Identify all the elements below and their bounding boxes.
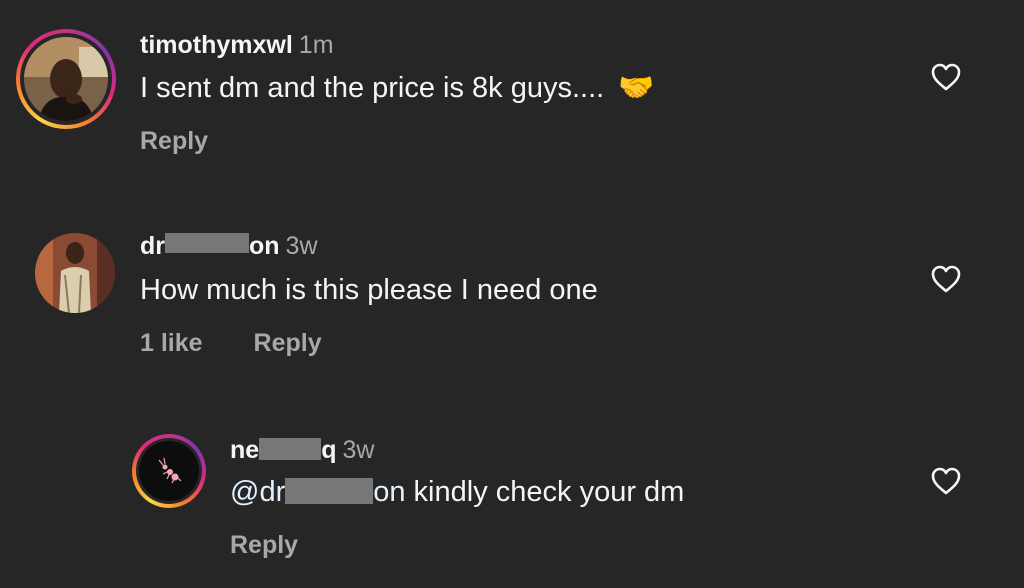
reply-item: ne q 3w @dr on kindly check your dm Reply [0, 400, 1024, 588]
comment-meta: ne q 3w [230, 435, 374, 465]
avatar[interactable] [24, 37, 108, 121]
heart-outline-icon[interactable] [930, 264, 962, 294]
comment-text: How much is this please I need one [140, 273, 598, 307]
avatar[interactable] [139, 441, 199, 501]
comment-body: How much is this please I need one [140, 274, 598, 306]
comment-actions: Reply [230, 530, 298, 560]
comment-text: I sent dm and the price is 8k guys.... 🤝 [140, 71, 654, 105]
comment-text: @dr on kindly check your dm [230, 475, 684, 509]
comment-item: dr on 3w How much is this please I need on… [0, 200, 1024, 400]
redaction-block [285, 478, 374, 505]
username[interactable]: ne q [230, 436, 336, 464]
handshake-emoji: 🤝 [618, 72, 655, 104]
timestamp: 3w [285, 232, 318, 260]
comment-actions: Reply [140, 126, 208, 156]
comment-body: kindly check your dm [405, 476, 685, 508]
reply-button[interactable]: Reply [230, 530, 298, 560]
timestamp: 1m [298, 31, 334, 59]
heart-outline-icon[interactable] [930, 62, 962, 92]
timestamp: 3w [342, 436, 375, 464]
comment-actions: 1 like Reply [140, 328, 322, 358]
redaction-block [259, 438, 322, 461]
like-count[interactable]: 1 like [140, 328, 203, 358]
reply-button[interactable]: Reply [254, 328, 322, 358]
username[interactable]: timothymxwl [140, 31, 293, 59]
username[interactable]: dr on [140, 232, 280, 260]
redaction-block [165, 233, 249, 254]
comment-item: timothymxwl 1m I sent dm and the price is… [0, 0, 1024, 200]
user-mention[interactable]: @dr on [230, 476, 406, 508]
comment-meta: dr on 3w [140, 231, 318, 261]
heart-outline-icon[interactable] [930, 466, 962, 496]
comment-body: I sent dm and the price is 8k guys.... [140, 72, 605, 104]
avatar[interactable] [35, 233, 115, 313]
reply-button[interactable]: Reply [140, 126, 208, 156]
comment-meta: timothymxwl 1m [140, 30, 334, 60]
